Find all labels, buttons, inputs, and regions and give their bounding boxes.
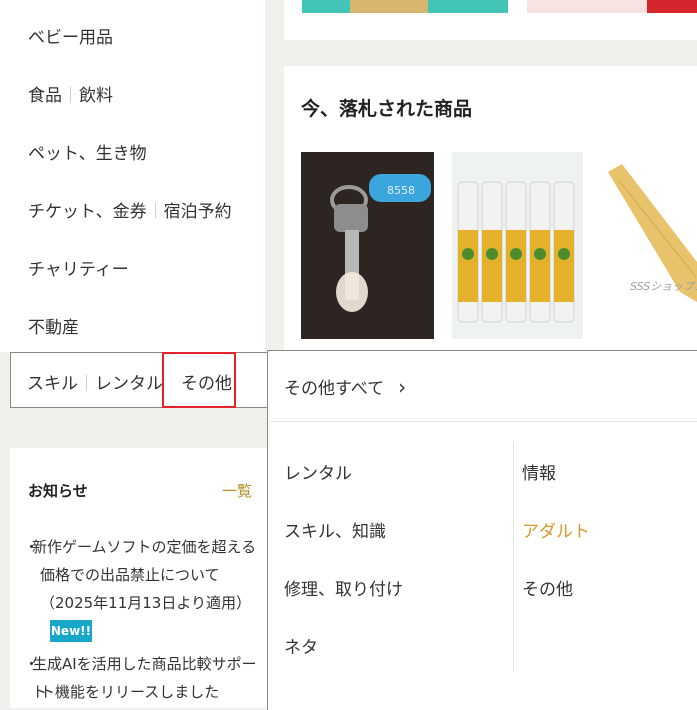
notice-item-1-line-1[interactable]: 新作ゲームソフトの定価を超える (24, 533, 262, 561)
category-panel (0, 0, 265, 352)
category-skill[interactable]: スキル (27, 374, 78, 394)
category-realestate-label: 不動産 (28, 318, 79, 338)
notice-more-link[interactable]: 一覧 (222, 480, 252, 501)
flyout-item-repair[interactable]: 修理、取り付け (284, 575, 403, 600)
notice-item-1-line-2[interactable]: 価格での出品禁止について (40, 561, 270, 589)
flyout-all-link[interactable]: その他すべて › (284, 374, 406, 399)
chevron-right-icon: › (398, 375, 407, 399)
category-rental[interactable]: レンタル (95, 374, 163, 394)
watermark-text: SSSショップス (630, 280, 697, 293)
flyout-all-label: その他すべて (284, 379, 385, 399)
category-baby-label: ベビー用品 (28, 28, 113, 48)
banner-image-1[interactable] (302, 0, 508, 13)
category-pets[interactable]: ペット、生き物 (28, 139, 147, 164)
key-image: 8558 (301, 152, 434, 339)
flyout-column-divider (513, 442, 514, 672)
guitar-neck-image: SSSショップス (608, 164, 697, 302)
flyout-divider (270, 421, 697, 422)
new-badge: New!! (50, 620, 92, 642)
flyout-item-neta[interactable]: ネタ (284, 633, 318, 658)
notice-title: お知らせ (28, 482, 88, 500)
notice-item-2-line-2[interactable]: ト機能をリリースしました (40, 678, 270, 706)
highlight-box (162, 352, 236, 408)
flyout-item-other[interactable]: その他 (522, 575, 573, 600)
auction-thumbnail-key[interactable]: 8558 (301, 152, 434, 339)
category-drink[interactable]: 飲料 (79, 86, 113, 106)
category-charity[interactable]: チャリティー (28, 255, 129, 280)
recent-auction-title: 今、落札された商品 (301, 98, 473, 120)
category-food[interactable]: 食品 (28, 86, 62, 106)
category-realestate[interactable]: 不動産 (28, 313, 79, 338)
separator (70, 87, 71, 103)
flyout-item-info[interactable]: 情報 (522, 459, 556, 484)
category-tickets[interactable]: チケット、金券 (28, 202, 147, 222)
category-pets-label: ペット、生き物 (28, 144, 147, 164)
category-food-drink: 食品 飲料 (28, 81, 113, 106)
notice-item-1-line-3[interactable]: （2025年11月13日より適用） (40, 589, 270, 617)
key-tag-number: 8558 (387, 184, 415, 197)
bottles-image (452, 152, 583, 339)
category-charity-label: チャリティー (28, 260, 129, 280)
banner-image-2[interactable] (527, 0, 697, 13)
separator (154, 203, 156, 219)
separator (86, 375, 87, 391)
flyout-item-rental[interactable]: レンタル (284, 459, 352, 484)
flyout-item-skill[interactable]: スキル、知識 (284, 517, 386, 542)
flyout-item-adult[interactable]: アダルト (522, 517, 590, 542)
category-baby[interactable]: ベビー用品 (28, 23, 113, 48)
auction-thumbnail-guitar-neck[interactable]: SSSショップス (600, 152, 697, 339)
category-tickets-lodging: チケット、金券 宿泊予約 (28, 197, 232, 222)
auction-thumbnail-bottles[interactable] (452, 152, 583, 339)
category-lodging[interactable]: 宿泊予約 (164, 202, 232, 222)
